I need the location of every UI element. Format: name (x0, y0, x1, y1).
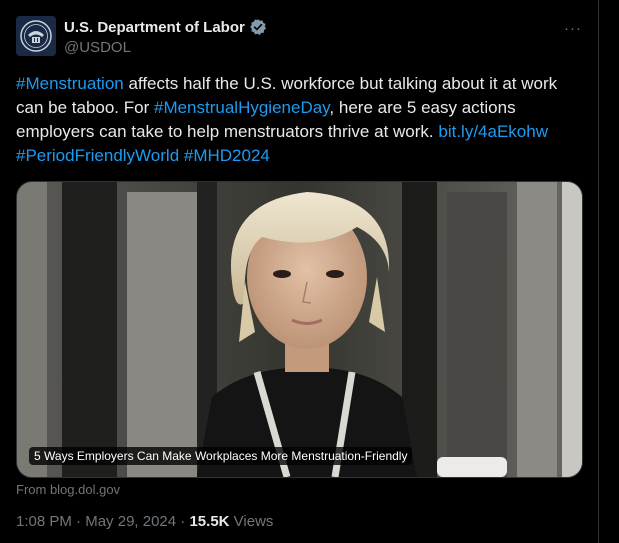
account-name[interactable]: U.S. Department of Labor (64, 19, 245, 36)
tweet-link[interactable]: bit.ly/4aEkohw (438, 122, 548, 141)
card-caption: 5 Ways Employers Can Make Workplaces Mor… (29, 447, 413, 465)
hashtag-period-friendly-world[interactable]: #PeriodFriendlyWorld (16, 146, 179, 165)
hashtag-menstrual-hygiene-day[interactable]: #MenstrualHygieneDay (154, 98, 329, 117)
link-card-image[interactable]: 5 Ways Employers Can Make Workplaces Mor… (16, 181, 583, 478)
column-border (598, 0, 599, 543)
meta-separator: · (176, 513, 190, 530)
views-label: Views (229, 513, 274, 530)
avatar[interactable] (16, 16, 56, 56)
more-options-button[interactable]: ··· (561, 20, 585, 40)
timestamp-date[interactable]: May 29, 2024 (85, 513, 176, 530)
account-name-row[interactable]: U.S. Department of Labor (64, 18, 267, 36)
card-photo (17, 182, 582, 477)
meta-separator: · (71, 513, 86, 530)
hashtag-mhd2024[interactable]: #MHD2024 (184, 146, 270, 165)
tweet-meta: 1:08 PM · May 29, 2024 · 15.5K Views (16, 513, 273, 530)
timestamp-time[interactable]: 1:08 PM (16, 513, 72, 530)
tweet-text: #Menstruation affects half the U.S. work… (16, 72, 576, 168)
card-source[interactable]: From blog.dol.gov (16, 482, 120, 497)
hashtag-menstruation[interactable]: #Menstruation (16, 74, 124, 93)
account-handle[interactable]: @USDOL (64, 39, 131, 56)
dol-seal-icon (16, 16, 56, 56)
views-count: 15.5K (189, 513, 230, 530)
verified-badge-icon[interactable] (249, 18, 267, 36)
